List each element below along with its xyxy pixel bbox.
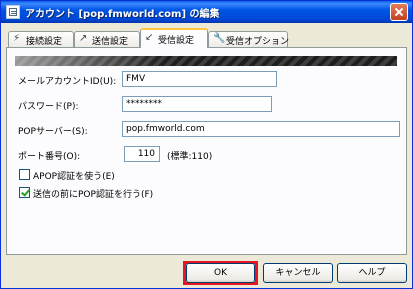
help-button[interactable]: ヘルプ xyxy=(337,263,407,283)
tab-receive[interactable]: ↙ 受信設定 xyxy=(140,28,208,48)
pop-before-send-checkbox[interactable] xyxy=(19,187,30,198)
receive-settings-panel: メールアカウントID(U): FMV パスワード(P): ******** PO… xyxy=(6,47,407,255)
tab-label: 受信オプション xyxy=(226,37,290,47)
connection-icon: ⚡ xyxy=(13,33,21,44)
apop-checkbox[interactable] xyxy=(19,169,30,180)
receive-options-icon: 🔧 xyxy=(213,33,226,44)
header-banner xyxy=(15,56,397,66)
account-id-field[interactable]: FMV xyxy=(122,71,277,87)
window-title: アカウント [pop.fmworld.com] の編集 xyxy=(25,9,220,20)
close-button[interactable] xyxy=(390,3,408,21)
pop-server-label: POPサーバー(S): xyxy=(18,127,88,137)
ok-button[interactable]: OK xyxy=(186,263,255,283)
tab-send[interactable]: ↗ 送信設定 xyxy=(74,31,140,47)
port-label: ポート番号(O): xyxy=(18,152,81,162)
tab-label: 接続設定 xyxy=(26,37,63,47)
pop-before-send-label[interactable]: 送信の前にPOP認証を行う(F) xyxy=(33,187,153,200)
receive-icon: ↙ xyxy=(145,32,154,43)
password-label: パスワード(P): xyxy=(18,102,79,112)
cancel-button[interactable]: キャンセル xyxy=(263,263,333,283)
send-icon: ↗ xyxy=(79,33,88,44)
apop-label[interactable]: APOP認証を使う(E) xyxy=(33,169,115,182)
port-default-note: (標準:110) xyxy=(167,152,213,162)
tab-connection[interactable]: ⚡ 接続設定 xyxy=(8,31,74,47)
account-id-label: メールアカウントID(U): xyxy=(18,77,117,87)
tab-label: 送信設定 xyxy=(92,37,129,47)
pop-server-field[interactable]: pop.fmworld.com xyxy=(122,121,400,137)
edit-account-dialog: アカウント [pop.fmworld.com] の編集 ⚡ 接続設定 ↗ 送信設… xyxy=(0,0,413,289)
tab-receive-options[interactable]: 🔧 受信オプション xyxy=(208,31,290,47)
port-field[interactable]: 110 xyxy=(124,146,160,162)
title-bar[interactable]: アカウント [pop.fmworld.com] の編集 xyxy=(1,1,412,23)
password-field[interactable]: ******** xyxy=(122,96,272,112)
tab-label: 受信設定 xyxy=(158,36,195,46)
window-icon xyxy=(6,5,20,19)
